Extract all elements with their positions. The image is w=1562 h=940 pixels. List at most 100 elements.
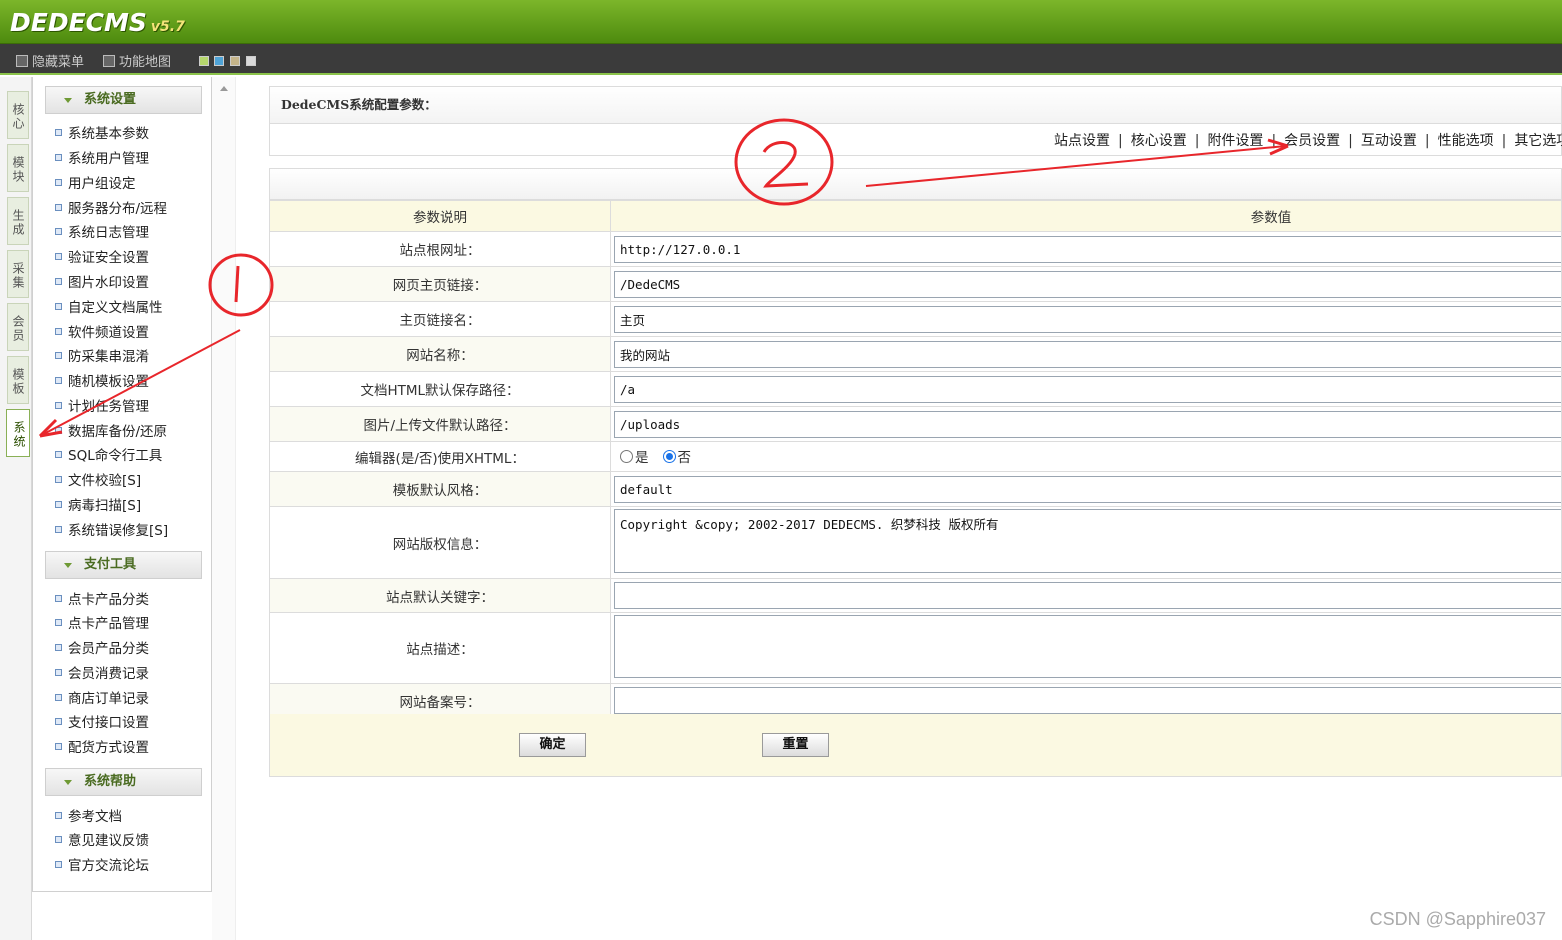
sidebar-item[interactable]: 配货方式设置: [55, 736, 149, 756]
group-payment-tools[interactable]: 支付工具: [45, 551, 202, 579]
sidebar-item[interactable]: 会员产品分类: [55, 637, 149, 657]
tab-member-settings[interactable]: 会员设置: [1284, 133, 1340, 149]
group-system-settings[interactable]: 系统设置: [45, 86, 202, 114]
skin-swatch-tan[interactable]: [230, 56, 240, 66]
icp-input[interactable]: [614, 687, 1561, 714]
left-tab-collect[interactable]: 采集: [7, 250, 29, 298]
function-map-button[interactable]: 功能地图: [103, 51, 171, 70]
bullet-icon: [55, 811, 62, 819]
copyright-textarea[interactable]: Copyright &copy; 2002-2017 DEDECMS. 织梦科技…: [614, 508, 1561, 573]
sidebar-scrollbar[interactable]: [212, 77, 236, 940]
row-label: 图片/上传文件默认路径：: [269, 406, 611, 442]
bullet-icon: [55, 594, 62, 602]
left-tab-system[interactable]: 系统: [6, 409, 30, 457]
description-textarea[interactable]: [614, 614, 1561, 678]
xhtml-yes-radio[interactable]: 是: [620, 446, 649, 466]
sidebar-item[interactable]: 系统基本参数: [55, 122, 149, 142]
reset-button[interactable]: 重置: [762, 733, 829, 757]
grid-icon: [103, 54, 115, 67]
sidebar-item[interactable]: 官方交流论坛: [55, 854, 149, 874]
sidebar-item[interactable]: 用户组设定: [55, 172, 136, 192]
sidebar-item[interactable]: 验证安全设置: [55, 246, 149, 266]
bullet-icon: [55, 426, 62, 434]
sidebar-item[interactable]: 数据库备份/还原: [55, 420, 167, 440]
bullet-icon: [55, 860, 62, 868]
scroll-up-icon[interactable]: [220, 86, 228, 91]
sidebar-item[interactable]: 文件校验[S]: [55, 469, 141, 489]
left-tab-generate[interactable]: 生成: [7, 197, 29, 245]
bullet-icon: [55, 693, 62, 701]
tab-other-options[interactable]: 其它选项: [1514, 133, 1562, 149]
left-tab-template[interactable]: 模板: [7, 356, 29, 404]
sidebar: 系统设置 系统基本参数 系统用户管理 用户组设定 服务器分布/远程 系统日志管理…: [32, 77, 212, 892]
tab-performance-options[interactable]: 性能选项: [1438, 133, 1494, 149]
sidebar-item[interactable]: 点卡产品分类: [55, 588, 149, 608]
sidebar-item[interactable]: 会员消费记录: [55, 662, 149, 682]
sidebar-item[interactable]: 病毒扫描[S]: [55, 494, 141, 514]
bullet-icon: [55, 475, 62, 483]
sidebar-item[interactable]: 随机模板设置: [55, 370, 149, 390]
left-tab-module[interactable]: 模块: [7, 144, 29, 192]
homepage-name-input[interactable]: [614, 305, 1561, 333]
left-tab-core[interactable]: 核心: [7, 91, 29, 139]
bullet-icon: [55, 351, 62, 359]
form-actions: 确定 重置: [269, 714, 1562, 777]
keywords-input[interactable]: [614, 582, 1561, 609]
skin-swatch-gray[interactable]: [246, 56, 256, 66]
row-label: 编辑器(是/否)使用XHTML：: [269, 441, 611, 472]
left-tab-bar: 核心 模块 生成 采集 会员 模板 系统: [0, 77, 32, 940]
row-label: 文档HTML默认保存路径：: [269, 371, 611, 407]
bullet-icon: [55, 227, 62, 235]
sidebar-item[interactable]: 点卡产品管理: [55, 612, 149, 632]
group-system-help[interactable]: 系统帮助: [45, 768, 202, 796]
html-save-path-input[interactable]: [614, 375, 1561, 403]
skin-swatch-green[interactable]: [199, 56, 209, 66]
sidebar-item[interactable]: 软件频道设置: [55, 321, 149, 341]
tab-interaction-settings[interactable]: 互动设置: [1361, 133, 1417, 149]
site-url-input[interactable]: [614, 235, 1561, 263]
row-label: 模板默认风格：: [269, 471, 611, 507]
bullet-icon: [55, 401, 62, 409]
config-table: 参数说明 参数值 站点根网址： 网页主页链接： 主页链接名： 网站名称： 文档H…: [269, 200, 1562, 718]
csdn-watermark: CSDN @Sapphire037: [1369, 909, 1546, 929]
submit-button[interactable]: 确定: [519, 733, 586, 757]
sidebar-item[interactable]: 防采集串混淆: [55, 345, 149, 365]
bullet-icon: [55, 376, 62, 384]
bullet-icon: [55, 153, 62, 161]
sidebar-item[interactable]: 支付接口设置: [55, 711, 149, 731]
homepage-link-input[interactable]: [614, 270, 1561, 298]
sidebar-item[interactable]: 自定义文档属性: [55, 296, 163, 316]
sidebar-item[interactable]: 意见建议反馈: [55, 829, 149, 849]
template-style-input[interactable]: [614, 475, 1561, 503]
bullet-icon: [55, 717, 62, 725]
bullet-icon: [55, 252, 62, 260]
sidebar-item[interactable]: 图片水印设置: [55, 271, 149, 291]
xhtml-no-radio[interactable]: 否: [662, 446, 691, 466]
sidebar-item[interactable]: SQL命令行工具: [55, 444, 162, 464]
hide-menu-button[interactable]: 隐藏菜单: [16, 51, 84, 70]
site-name-input[interactable]: [614, 340, 1561, 368]
bullet-icon: [55, 203, 62, 211]
tab-site-settings[interactable]: 站点设置: [1054, 133, 1110, 149]
row-label: 主页链接名：: [269, 301, 611, 337]
tab-attachment-settings[interactable]: 附件设置: [1207, 133, 1263, 149]
bullet-icon: [55, 277, 62, 285]
skin-swatch-blue[interactable]: [214, 56, 224, 66]
bullet-icon: [55, 618, 62, 626]
sidebar-item[interactable]: 参考文档: [55, 805, 122, 825]
sidebar-item[interactable]: 计划任务管理: [55, 395, 149, 415]
left-tab-member[interactable]: 会员: [7, 303, 29, 351]
dedecms-logo: DEDECMS v5.7: [10, 8, 185, 37]
chevron-down-icon: [64, 780, 72, 785]
tab-core-settings[interactable]: 核心设置: [1131, 133, 1187, 149]
annotation-digit-one: [234, 265, 240, 303]
sidebar-item[interactable]: 服务器分布/远程: [55, 197, 167, 217]
upload-path-input[interactable]: [614, 410, 1561, 438]
bullet-icon: [55, 525, 62, 533]
sidebar-item[interactable]: 系统错误修复[S]: [55, 519, 168, 539]
settings-tab-bar: 站点设置|核心设置|附件设置|会员设置|互动设置|性能选项|其它选项: [269, 124, 1562, 156]
sidebar-item[interactable]: 系统日志管理: [55, 221, 149, 241]
sidebar-item[interactable]: 商店订单记录: [55, 687, 149, 707]
radio-circle: [662, 449, 676, 463]
sidebar-item[interactable]: 系统用户管理: [55, 147, 149, 167]
